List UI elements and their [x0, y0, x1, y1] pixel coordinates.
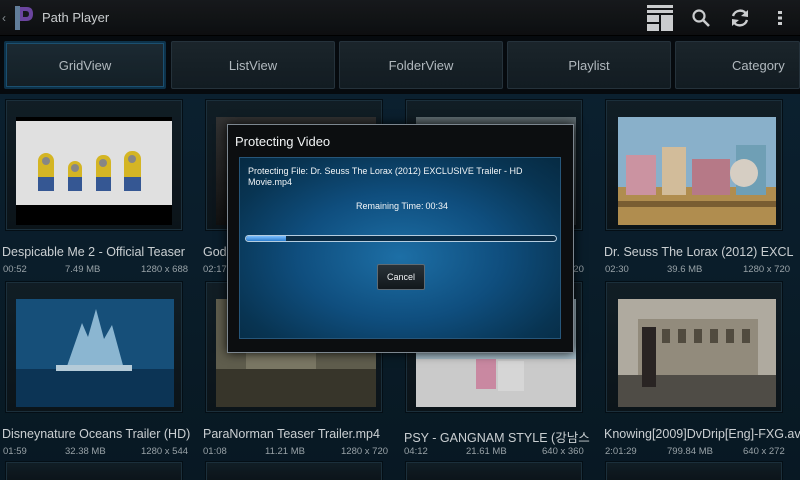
dialog-body: Protecting File: Dr. Seuss The Lorax (20…	[239, 157, 561, 339]
progress-fill	[246, 236, 287, 241]
dialog-message: Protecting File: Dr. Seuss The Lorax (20…	[248, 166, 523, 187]
protecting-video-dialog: Protecting Video Protecting File: Dr. Se…	[227, 124, 574, 353]
remaining-time-label: Remaining Time:	[355, 201, 424, 211]
cancel-button[interactable]: Cancel	[377, 264, 425, 290]
progress-bar	[245, 235, 557, 242]
app-window: ‹ Path Player GridView ListView FolderVi…	[0, 0, 800, 480]
remaining-time: Remaining Time: 00:34	[240, 201, 562, 211]
dialog-title: Protecting Video	[235, 134, 331, 149]
remaining-time-value: 00:34	[425, 201, 449, 211]
